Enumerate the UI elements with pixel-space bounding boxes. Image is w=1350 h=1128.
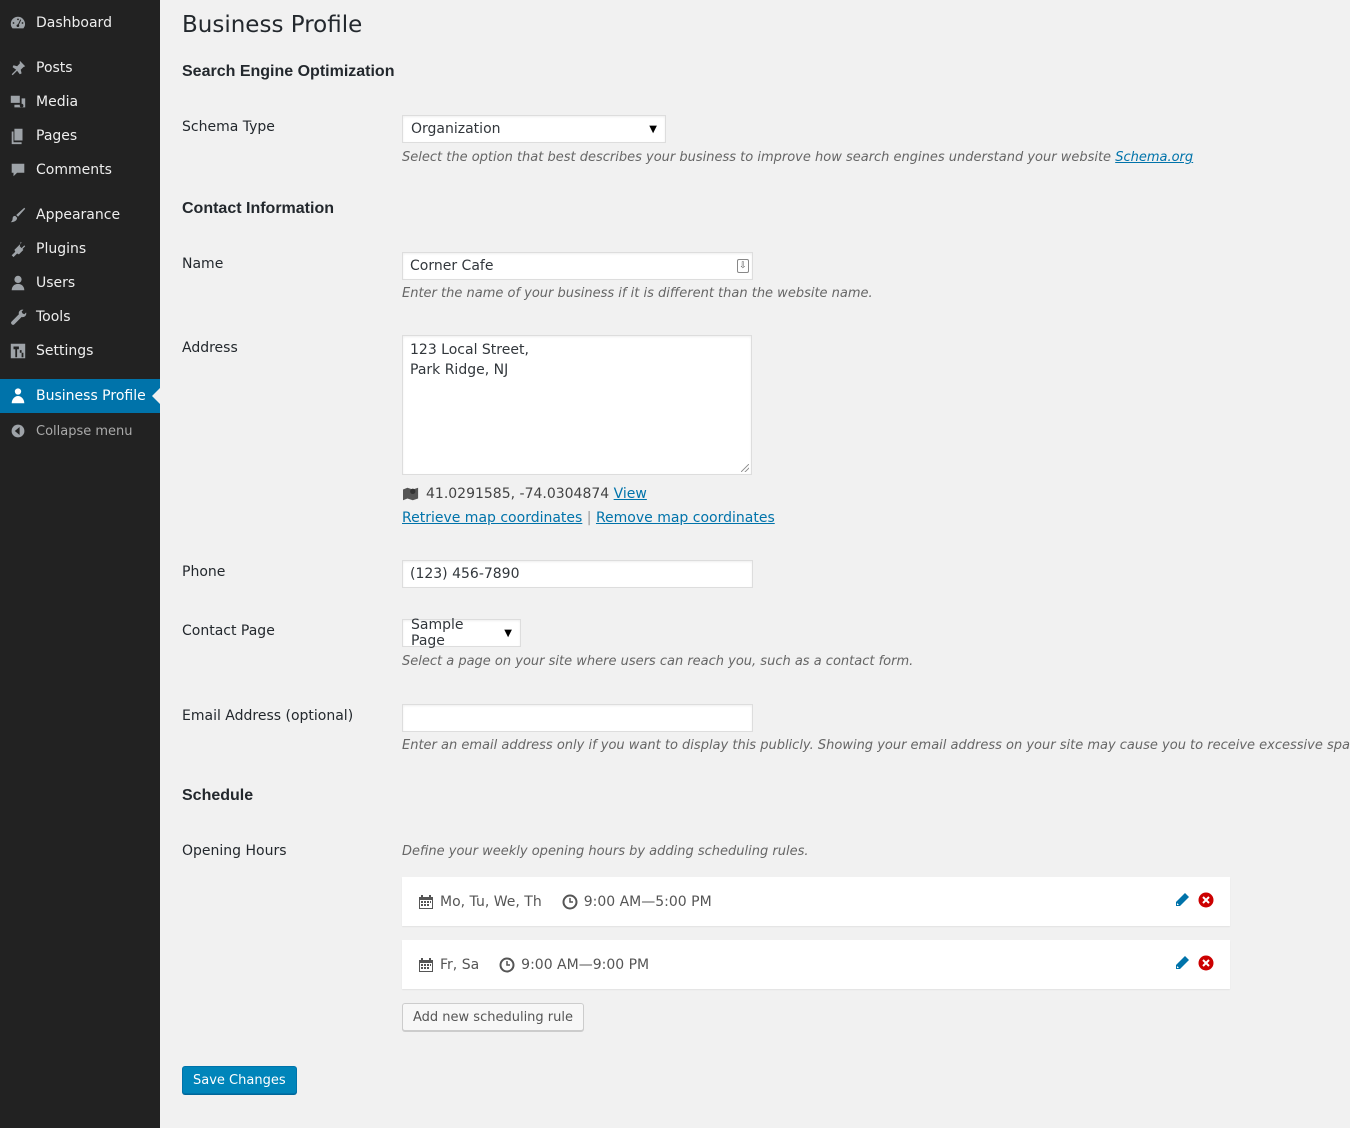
dropdown-arrow-icon: ▼: [649, 123, 657, 135]
link-separator: |: [586, 510, 592, 526]
calendar-icon: [419, 957, 433, 972]
comment-icon: [8, 160, 28, 180]
schema-type-value: Organization: [411, 121, 501, 137]
delete-icon[interactable]: [1198, 892, 1214, 908]
sidebar-item-settings[interactable]: Settings: [0, 334, 160, 368]
phone-label: Phone: [182, 564, 226, 580]
sidebar-item-appearance[interactable]: Appearance: [0, 198, 160, 232]
sidebar-item-business-profile[interactable]: Business Profile: [0, 379, 160, 413]
sidebar-item-label: Posts: [36, 60, 73, 76]
schedule-section-title: Schedule: [182, 787, 254, 804]
view-map-link[interactable]: View: [614, 486, 647, 502]
opening-hours-description: Define your weekly opening hours by addi…: [402, 844, 809, 859]
sidebar-item-pages[interactable]: Pages: [0, 119, 160, 153]
admin-sidebar: Dashboard Posts Media Pages Comments App…: [0, 0, 160, 1128]
delete-icon[interactable]: [1198, 955, 1214, 971]
sidebar-item-posts[interactable]: Posts: [0, 51, 160, 85]
wrench-icon: [8, 307, 28, 327]
sidebar-item-label: Collapse menu: [36, 423, 133, 439]
name-input[interactable]: Corner Cafe ⇩: [402, 252, 753, 280]
contact-page-description: Select a page on your site where users c…: [402, 654, 914, 669]
sidebar-item-label: Plugins: [36, 241, 87, 257]
map-coordinate-links: Retrieve map coordinates | Remove map co…: [402, 510, 775, 526]
email-label: Email Address (optional): [182, 708, 354, 724]
business-profile-icon: [8, 386, 28, 406]
schema-type-label: Schema Type: [182, 119, 275, 135]
schema-type-description: Select the option that best describes yo…: [402, 150, 1194, 165]
sidebar-item-users[interactable]: Users: [0, 266, 160, 300]
rule-days: Fr, Sa: [440, 956, 480, 973]
sidebar-item-label: Dashboard: [36, 15, 112, 31]
sidebar-item-label: Tools: [36, 309, 71, 325]
media-icon: [8, 92, 28, 112]
remove-coordinates-link[interactable]: Remove map coordinates: [596, 510, 775, 526]
coordinates-value: 41.0291585, -74.0304874: [426, 486, 610, 502]
sidebar-item-dashboard[interactable]: Dashboard: [0, 6, 160, 40]
sidebar-item-label: Pages: [36, 128, 78, 144]
schema-type-select[interactable]: Organization ▼: [402, 115, 666, 143]
brush-icon: [8, 205, 28, 225]
contact-page-select[interactable]: Sample Page ▼: [402, 617, 521, 649]
rule-actions: [1166, 892, 1214, 908]
name-description: Enter the name of your business if it is…: [402, 286, 873, 301]
edit-pencil-icon[interactable]: [1174, 892, 1190, 908]
collapse-menu-button[interactable]: Collapse menu: [0, 414, 160, 448]
contact-page-value: Sample Page: [411, 617, 464, 649]
sidebar-item-media[interactable]: Media: [0, 85, 160, 119]
collapse-icon: [8, 421, 28, 441]
dashboard-icon: [8, 13, 28, 33]
sidebar-item-label: Business Profile: [36, 388, 146, 404]
pages-icon: [8, 126, 28, 146]
sidebar-item-label: Users: [36, 275, 76, 291]
sidebar-item-label: Appearance: [36, 207, 121, 223]
sidebar-item-label: Settings: [36, 343, 94, 359]
clock-icon: [499, 957, 515, 972]
sidebar-item-label: Media: [36, 94, 79, 110]
email-description: Enter an email address only if you want …: [402, 738, 1350, 753]
dropdown-arrow-icon: ▼: [504, 627, 512, 639]
sidebar-item-comments[interactable]: Comments: [0, 153, 160, 187]
phone-value: (123) 456-7890: [410, 566, 520, 582]
sidebar-item-tools[interactable]: Tools: [0, 300, 160, 334]
rule-days: Mo, Tu, We, Th: [440, 893, 542, 910]
address-textarea[interactable]: 123 Local Street, Park Ridge, NJ: [402, 335, 752, 475]
contact-page-label: Contact Page: [182, 623, 275, 639]
map-icon: [403, 487, 419, 501]
schema-org-link[interactable]: Schema.org: [1115, 150, 1193, 165]
seo-section-title: Search Engine Optimization: [182, 63, 395, 80]
address-line-2: Park Ridge, NJ: [410, 362, 509, 378]
page-title: Business Profile: [182, 12, 363, 38]
add-scheduling-rule-button[interactable]: Add new scheduling rule: [402, 1003, 584, 1031]
pin-icon: [8, 58, 28, 78]
plug-icon: [8, 239, 28, 259]
save-changes-button[interactable]: Save Changes: [182, 1066, 297, 1094]
clock-icon: [562, 894, 578, 909]
name-label: Name: [182, 256, 224, 272]
rule-actions: [1166, 955, 1214, 971]
edit-pencil-icon[interactable]: [1174, 955, 1190, 971]
sidebar-item-plugins[interactable]: Plugins: [0, 232, 160, 266]
calendar-icon: [419, 894, 433, 909]
email-input[interactable]: [402, 704, 753, 732]
retrieve-coordinates-link[interactable]: Retrieve map coordinates: [402, 510, 582, 526]
sidebar-item-label: Comments: [36, 162, 112, 178]
name-value: Corner Cafe: [410, 258, 494, 274]
opening-hours-label: Opening Hours: [182, 843, 287, 859]
contact-section-title: Contact Information: [182, 200, 334, 217]
rule-hours: 9:00 AM—5:00 PM: [583, 893, 712, 910]
contact-card-icon[interactable]: ⇩: [737, 259, 749, 273]
resize-handle[interactable]: [741, 464, 749, 472]
rule-hours: 9:00 AM—9:00 PM: [521, 956, 650, 973]
scheduling-rule[interactable]: Mo, Tu, We, Th 9:00 AM—5:00 PM: [402, 877, 1230, 926]
phone-input[interactable]: (123) 456-7890: [402, 560, 753, 588]
user-icon: [8, 273, 28, 293]
map-coordinates: 41.0291585, -74.0304874 View: [402, 485, 647, 503]
scheduling-rule[interactable]: Fr, Sa 9:00 AM—9:00 PM: [402, 940, 1230, 989]
address-line-1: 123 Local Street,: [410, 342, 529, 358]
address-label: Address: [182, 340, 238, 356]
settings-icon: [8, 341, 28, 361]
